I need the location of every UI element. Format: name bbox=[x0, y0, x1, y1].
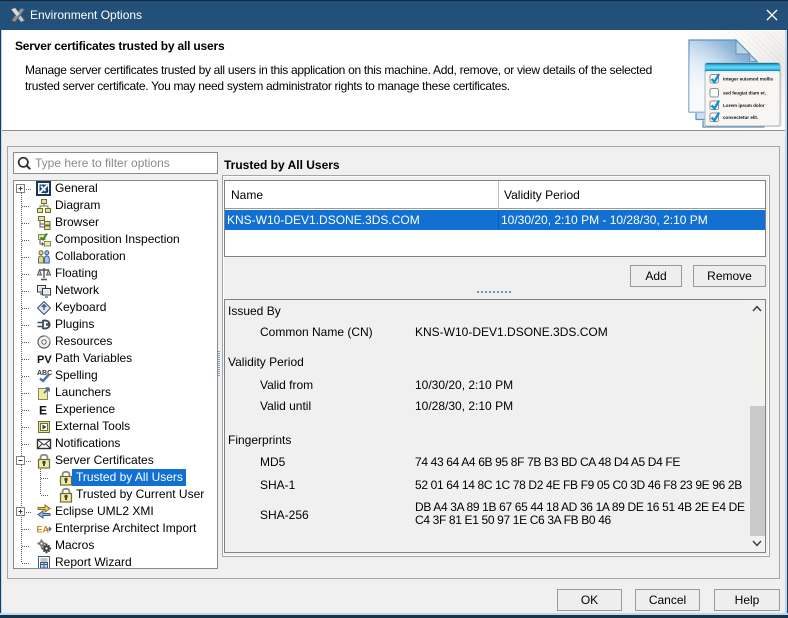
svg-text:PV: PV bbox=[37, 354, 52, 366]
svg-text:consectetur elit.: consectetur elit. bbox=[723, 115, 758, 120]
svg-text:ABC: ABC bbox=[37, 370, 52, 377]
svg-text:sed feugiat diam et.: sed feugiat diam et. bbox=[723, 90, 766, 95]
svg-text:E: E bbox=[39, 403, 47, 417]
svg-text:Integer euismod mollis: Integer euismod mollis bbox=[723, 76, 773, 81]
svg-text:Lorem ipsum dolor: Lorem ipsum dolor bbox=[723, 103, 765, 108]
